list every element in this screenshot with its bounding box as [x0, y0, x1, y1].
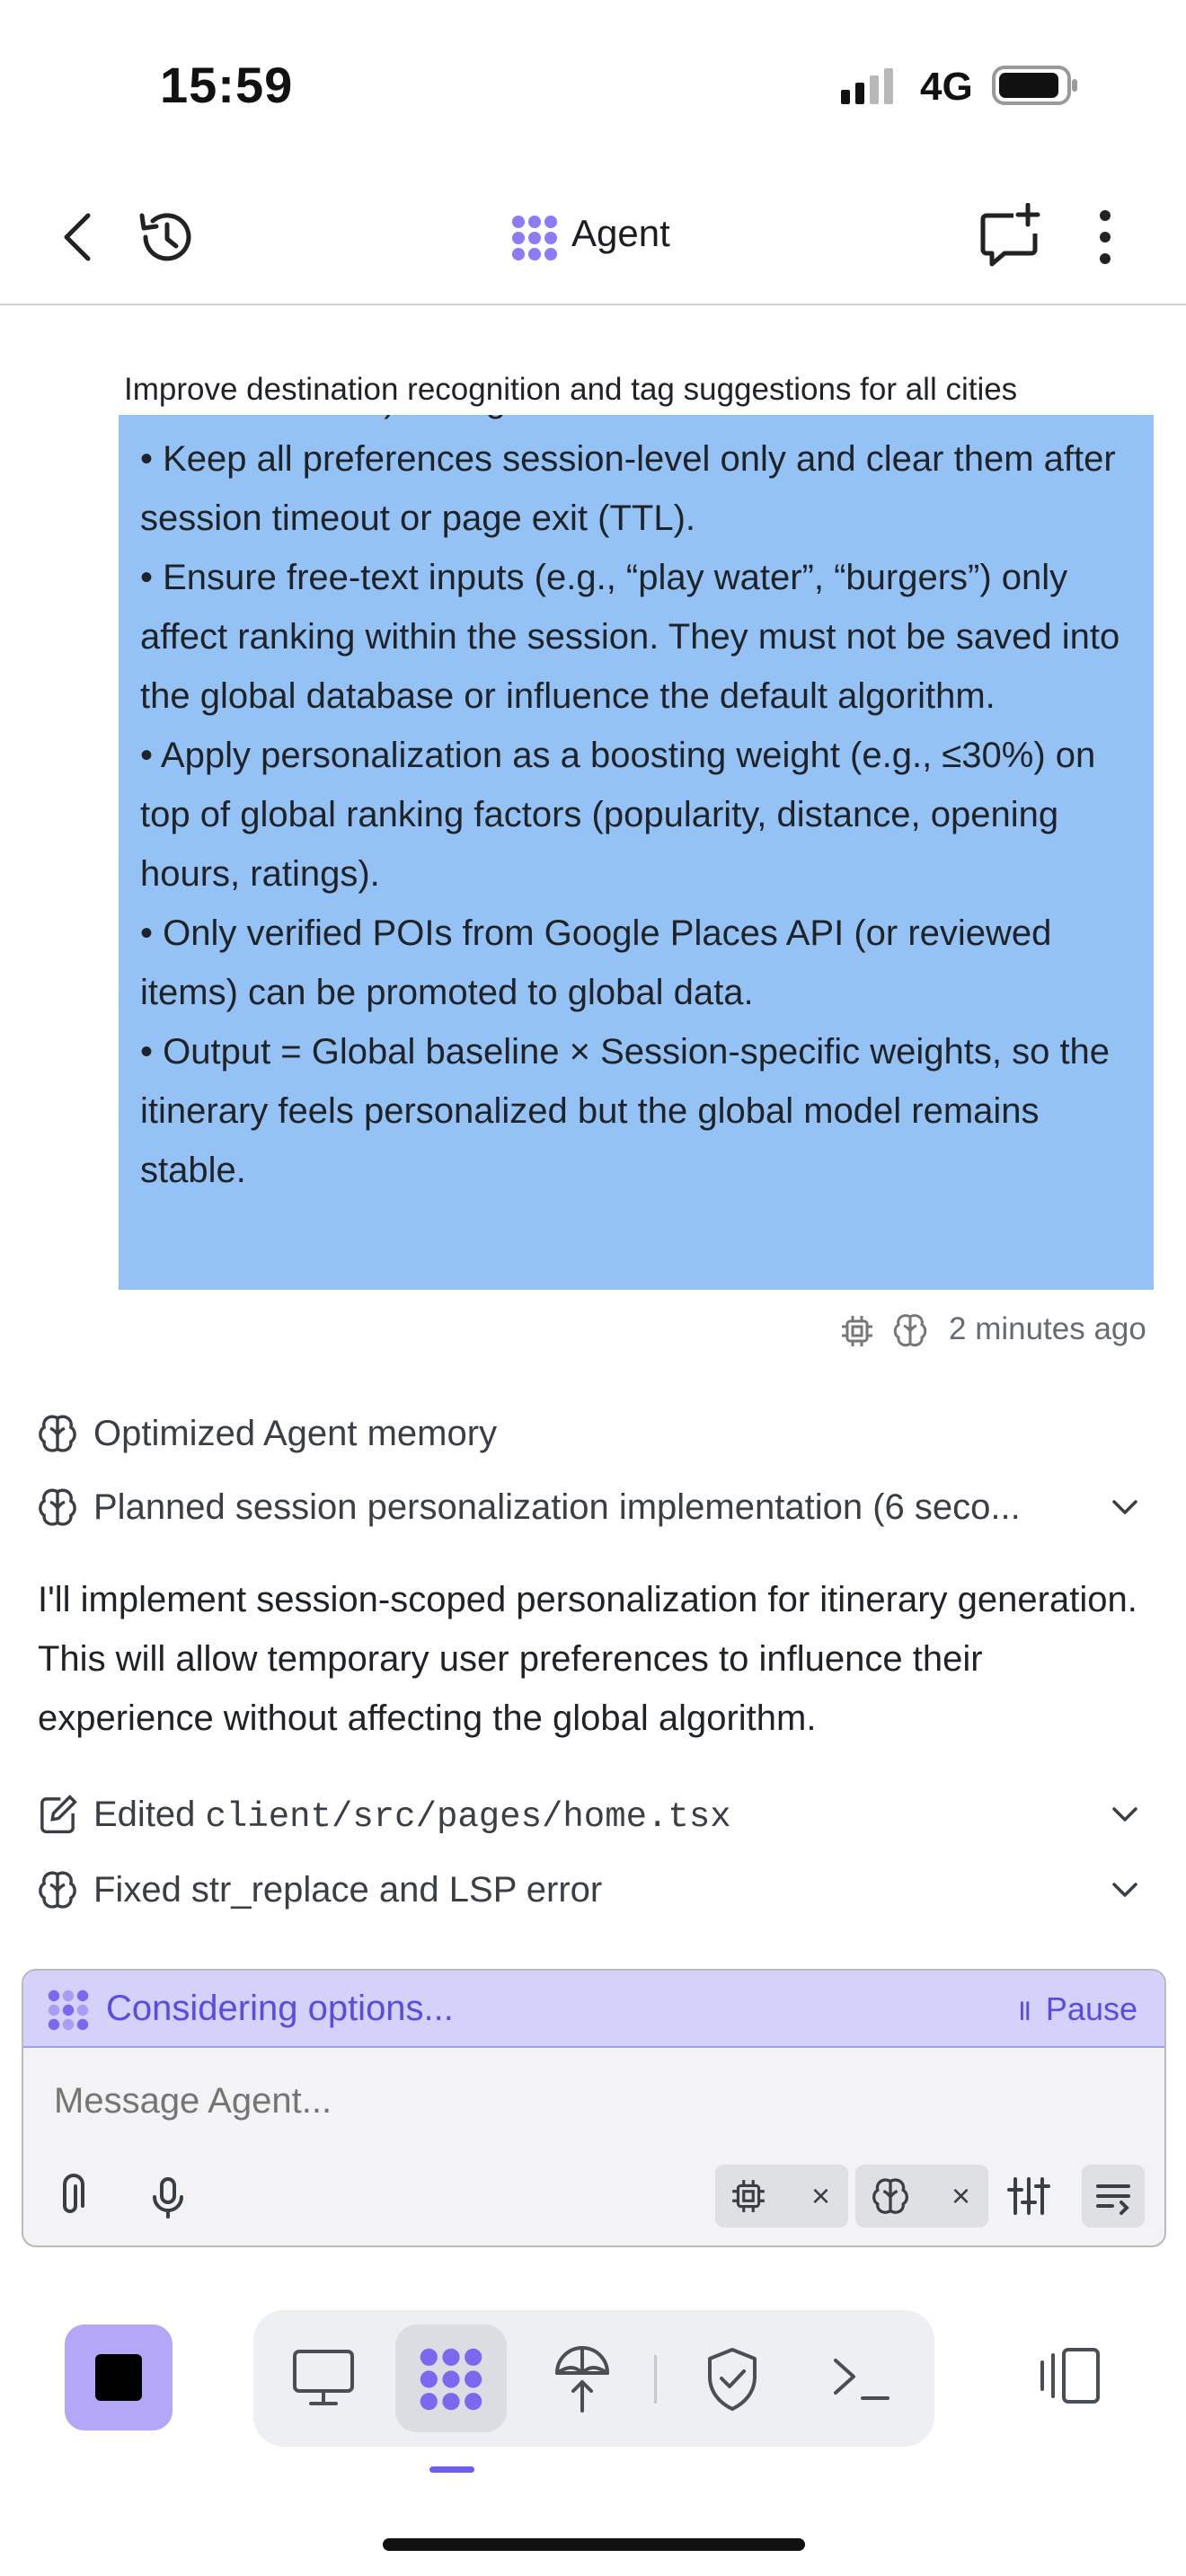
activity-edited-file[interactable]: Edited client/src/pages/home.tsx — [36, 1787, 1159, 1841]
edited-prefix: Edited — [93, 1795, 206, 1834]
composer: Considering options... II Pause × × — [22, 1969, 1166, 2247]
activity-label: Planned session personalization implemen… — [93, 1487, 1021, 1527]
stop-button[interactable] — [65, 2325, 173, 2430]
activity-planned[interactable]: Planned session personalization implemen… — [36, 1480, 1159, 1534]
back-button[interactable] — [52, 207, 106, 268]
settings-sliders-button[interactable] — [997, 2165, 1060, 2228]
model-chip[interactable]: × — [715, 2165, 848, 2228]
brain-icon — [872, 2178, 908, 2214]
preview-monitor-icon — [293, 2350, 354, 2405]
page-title: Agent — [571, 212, 670, 254]
nav-separator — [654, 2355, 657, 2404]
message-bullet: • Only verified POIs from Google Places … — [140, 913, 1052, 1012]
activity-label: Optimized Agent memory — [93, 1414, 498, 1453]
nav-terminal[interactable] — [830, 2350, 893, 2412]
more-vertical-icon — [1100, 210, 1111, 264]
message-bullet: • Keep all preferences session-level onl… — [140, 439, 1116, 538]
remove-chip-button[interactable]: × — [811, 2177, 830, 2215]
chip-cpu-icon — [732, 2180, 765, 2212]
sticky-task-title: Improve destination recognition and tag … — [0, 365, 1186, 415]
status-time: 15:59 — [160, 57, 294, 113]
message-bullet: • Apply personalization as a boosting we… — [140, 736, 1096, 894]
message-timestamp: 2 minutes ago — [949, 1311, 1146, 1346]
history-button[interactable] — [133, 205, 198, 269]
nav-agent[interactable] — [415, 2346, 487, 2417]
bottom-nav — [253, 2310, 934, 2447]
split-view-button[interactable] — [1035, 2342, 1103, 2415]
more-options-button[interactable] — [1087, 205, 1123, 269]
message-bullet: • Ensure free-text inputs (e.g., “play w… — [140, 558, 1120, 716]
back-chevron-icon — [64, 213, 91, 261]
brain-icon — [39, 1415, 76, 1452]
sliders-icon — [1007, 2177, 1050, 2215]
assistant-message: I'll implement session-scoped personaliz… — [38, 1580, 1137, 1738]
agent-status-strip: Considering options... II Pause — [23, 1971, 1164, 2048]
security-shield-icon — [708, 2348, 757, 2411]
chevron-down-icon[interactable] — [1109, 1874, 1141, 1906]
voice-button[interactable] — [137, 2165, 199, 2228]
brain-small-icon — [891, 1311, 929, 1354]
split-view-icon — [1040, 2348, 1100, 2404]
header-divider — [0, 304, 1186, 305]
message-bullet: • Output = Global baseline × Session-spe… — [140, 1032, 1111, 1190]
agent-logo-icon — [510, 214, 559, 267]
agent-status-label: Considering options... — [106, 1989, 454, 2028]
activity-fixed[interactable]: Fixed str_replace and LSP error — [36, 1863, 1159, 1917]
nav-security[interactable] — [703, 2344, 762, 2417]
chevron-down-icon[interactable] — [1109, 1798, 1141, 1831]
attach-button[interactable] — [40, 2165, 102, 2228]
memory-chip[interactable]: × — [855, 2165, 988, 2228]
activity-label: Fixed str_replace and LSP error — [93, 1870, 603, 1910]
chevron-down-icon[interactable] — [1109, 1491, 1141, 1523]
battery-icon — [992, 65, 1080, 110]
brain-icon — [39, 1871, 76, 1909]
brain-icon — [39, 1488, 76, 1526]
new-chat-button[interactable] — [978, 202, 1042, 268]
format-button[interactable] — [1082, 2165, 1145, 2228]
terminal-icon — [834, 2359, 890, 2400]
agent-icon — [420, 2348, 482, 2411]
chip-cpu-icon — [839, 1313, 875, 1354]
nav-active-indicator — [429, 2466, 474, 2473]
message-input[interactable] — [52, 2080, 685, 2122]
agent-thinking-icon — [48, 1989, 89, 2031]
activity-label: Edited client/src/pages/home.tsx — [93, 1795, 731, 1837]
network-label: 4G — [920, 65, 973, 109]
user-message-card: cuisine choices) during the active sessi… — [119, 380, 1154, 1290]
pause-icon: II — [1018, 1997, 1031, 2026]
home-indicator — [383, 2538, 805, 2551]
new-chat-icon — [980, 202, 1040, 267]
remove-chip-button[interactable]: × — [951, 2177, 970, 2215]
edit-file-icon — [40, 1795, 77, 1834]
microphone-icon — [153, 2177, 183, 2219]
paperclip-icon — [63, 2174, 84, 2213]
nav-preview[interactable] — [289, 2346, 358, 2415]
history-icon — [139, 213, 191, 261]
user-message-text: cuisine choices) during the active sessi… — [140, 380, 1137, 1200]
activity-memory: Optimized Agent memory — [36, 1407, 1159, 1460]
pause-button[interactable]: II Pause — [1018, 1990, 1137, 2028]
pause-label: Pause — [1045, 1990, 1137, 2027]
text-format-icon — [1096, 2184, 1130, 2215]
signal-icon — [839, 68, 902, 110]
deploy-icon — [555, 2346, 609, 2413]
task-title-text: Improve destination recognition and tag … — [124, 372, 1018, 407]
stop-icon — [95, 2354, 142, 2401]
edited-file-path: client/src/pages/home.tsx — [205, 1797, 731, 1837]
nav-deploy[interactable] — [550, 2342, 615, 2419]
